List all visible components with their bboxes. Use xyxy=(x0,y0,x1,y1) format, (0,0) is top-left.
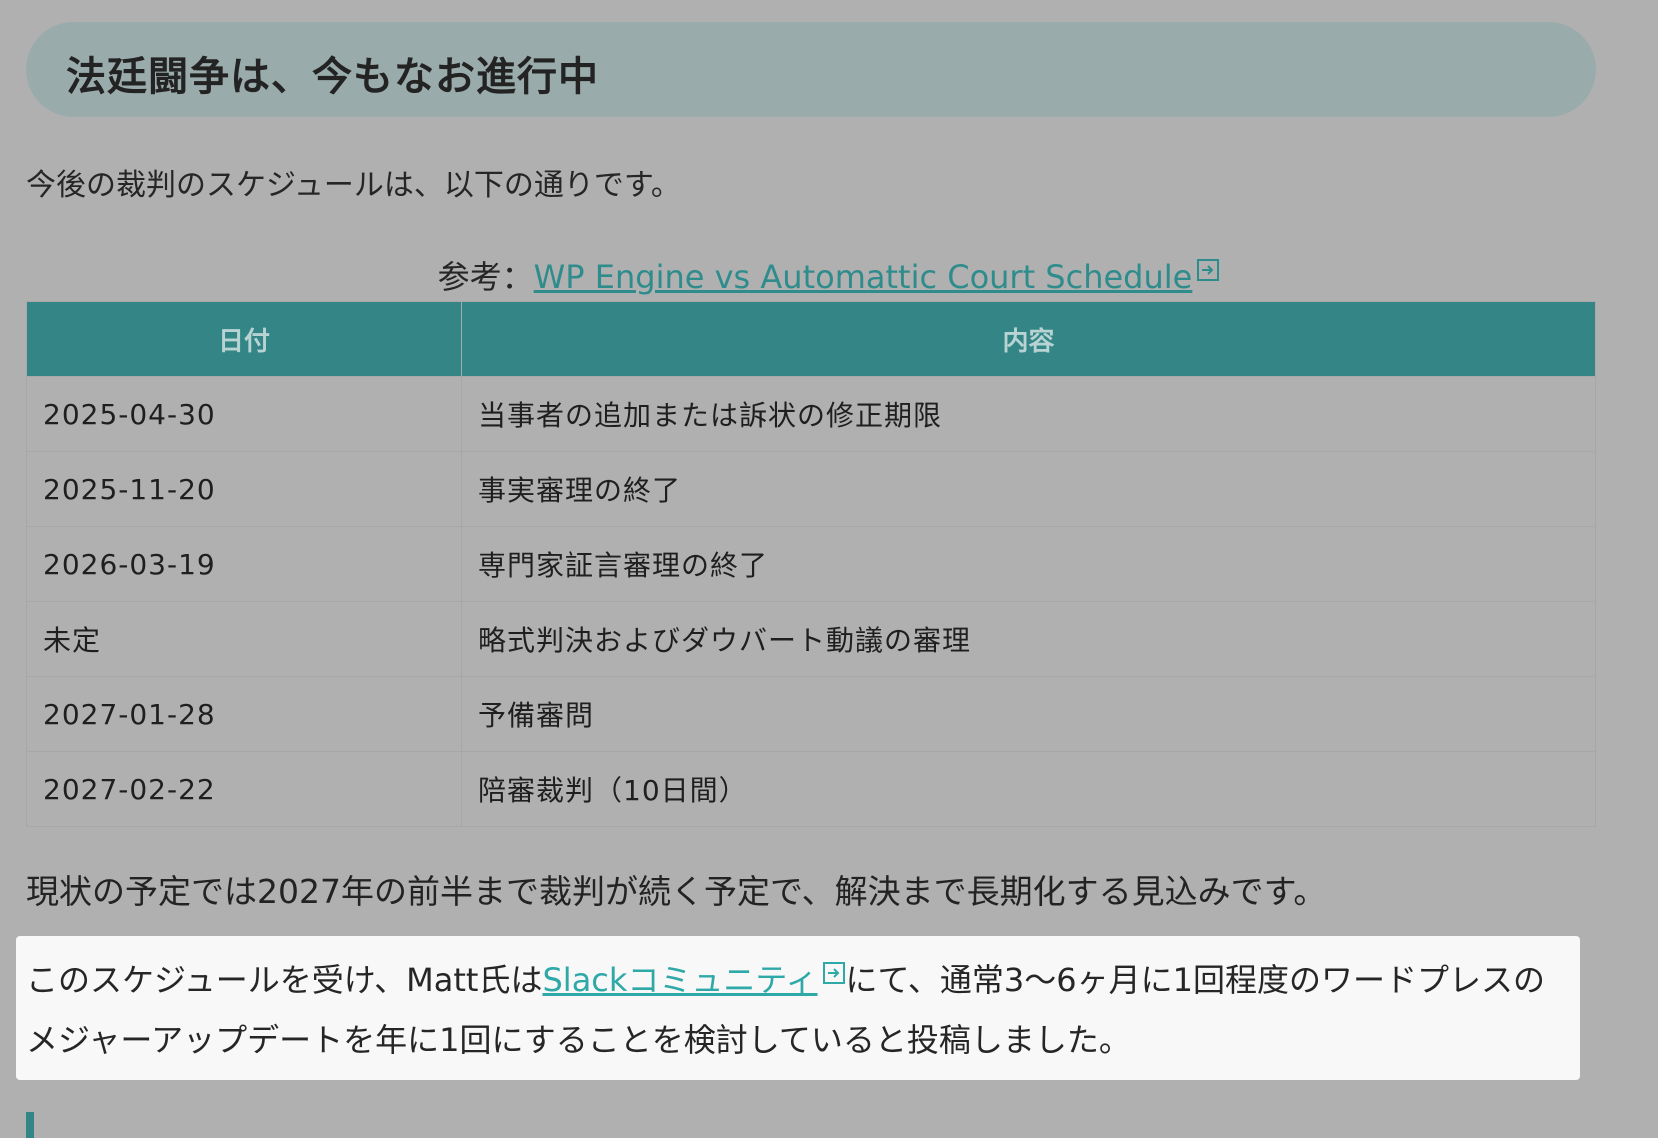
external-link-icon xyxy=(1197,259,1220,281)
section-heading-container: 法廷闘争は、今もなお進行中 xyxy=(26,22,1596,117)
table-row: 2027-01-28 予備審問 xyxy=(26,676,1596,752)
row-date: 2027-02-22 xyxy=(26,751,462,827)
table-header-row: 日付 内容 xyxy=(26,301,1596,377)
row-date: 2027-01-28 xyxy=(26,676,462,752)
table-row: 未定 略式判決およびダウバート動議の審理 xyxy=(26,601,1596,677)
note-paragraph: このスケジュールを受け、Matt氏はSlackコミュニティ にて、通常3〜6ヶ月… xyxy=(26,950,1576,1070)
table-row: 2027-02-22 陪審裁判（10日間） xyxy=(26,751,1596,827)
header-date: 日付 xyxy=(26,301,462,377)
summary-text: 現状の予定では2027年の前半まで裁判が続く予定で、解決まで長期化する見込みです… xyxy=(26,872,1327,911)
table-row: 2026-03-19 専門家証言審理の終了 xyxy=(26,526,1596,602)
slack-community-link[interactable]: Slackコミュニティ xyxy=(542,961,817,999)
intro-text: 今後の裁判のスケジュールは、以下の通りです。 xyxy=(26,168,681,203)
row-content: 事実審理の終了 xyxy=(461,451,1596,527)
court-schedule-table: 日付 内容 2025-04-30 当事者の追加または訴状の修正期限 2025-1… xyxy=(26,301,1596,827)
row-date: 未定 xyxy=(26,601,462,677)
row-date: 2025-04-30 xyxy=(26,376,462,452)
row-content: 略式判決およびダウバート動議の審理 xyxy=(461,601,1596,677)
row-date: 2026-03-19 xyxy=(26,526,462,602)
reference-prefix: 参考： xyxy=(437,258,534,296)
external-link-icon xyxy=(822,962,845,984)
row-content: 当事者の追加または訴状の修正期限 xyxy=(461,376,1596,452)
highlight-note-box: このスケジュールを受け、Matt氏はSlackコミュニティ にて、通常3〜6ヶ月… xyxy=(16,936,1580,1080)
header-content: 内容 xyxy=(461,301,1596,377)
row-content: 予備審問 xyxy=(461,676,1596,752)
article-page: 法廷闘争は、今もなお進行中 今後の裁判のスケジュールは、以下の通りです。 参考：… xyxy=(0,0,1658,1138)
table-row: 2025-04-30 当事者の追加または訴状の修正期限 xyxy=(26,376,1596,452)
row-date: 2025-11-20 xyxy=(26,451,462,527)
note-text-before: このスケジュールを受け、Matt氏は xyxy=(26,961,543,999)
table-row: 2025-11-20 事実審理の終了 xyxy=(26,451,1596,527)
row-content: 陪審裁判（10日間） xyxy=(461,751,1596,827)
court-schedule-link[interactable]: WP Engine vs Automattic Court Schedule xyxy=(534,258,1193,296)
section-heading: 法廷闘争は、今もなお進行中 xyxy=(66,54,599,100)
next-section-heading-bar xyxy=(26,1112,34,1138)
reference-line: 参考：WP Engine vs Automattic Court Schedul… xyxy=(0,252,1658,298)
row-content: 専門家証言審理の終了 xyxy=(461,526,1596,602)
